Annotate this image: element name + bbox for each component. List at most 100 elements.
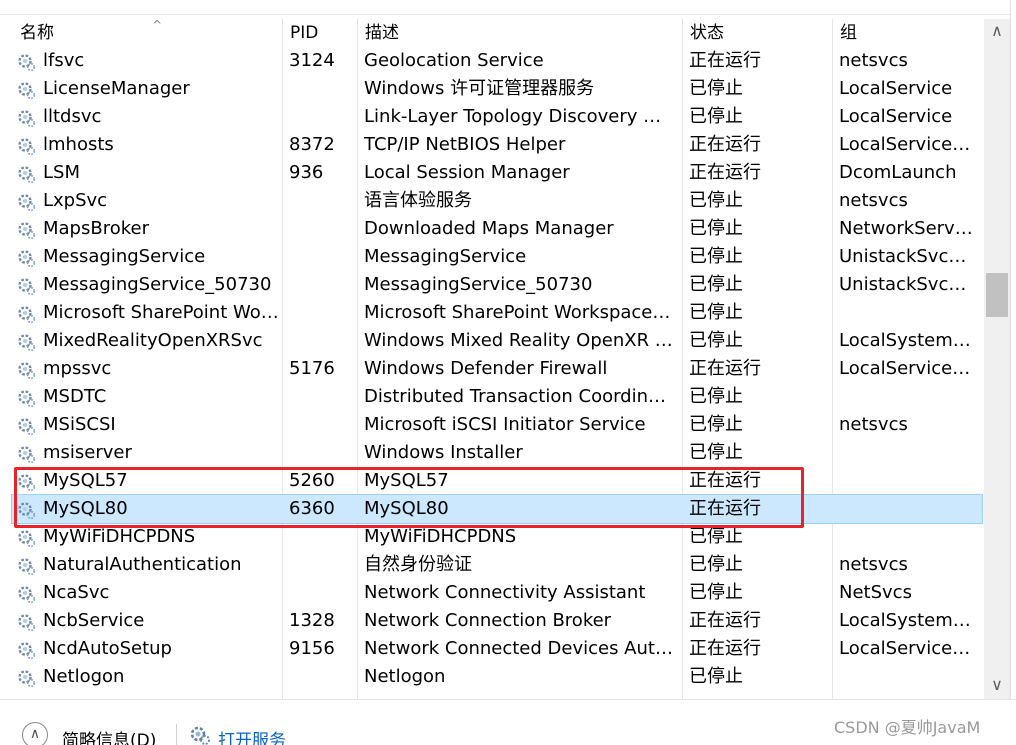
service-pid: [289, 187, 349, 215]
service-status: 已停止: [689, 274, 743, 295]
service-row[interactable]: NaturalAuthentication 自然身份验证 已停止 netsvcs: [12, 551, 982, 579]
sort-ascending-icon: ^: [152, 18, 163, 32]
service-pid: [289, 411, 349, 439]
background-window-edge: [1010, 0, 1016, 745]
service-pid: 936: [289, 162, 324, 183]
service-gear-icon: [16, 248, 36, 268]
service-name: MessagingService_50730: [43, 274, 272, 295]
service-row[interactable]: LicenseManager Windows 许可证管理器服务 已停止 LocalSe…: [12, 75, 982, 103]
service-pid: 5176: [289, 358, 335, 379]
service-pid: [289, 663, 349, 691]
service-pid: [289, 215, 349, 243]
service-status: 已停止: [689, 78, 743, 99]
service-group: [839, 299, 977, 327]
service-description: Network Connection Broker: [364, 610, 612, 631]
column-header-status[interactable]: 状态: [682, 19, 832, 47]
service-status: 已停止: [689, 218, 743, 239]
column-header-group[interactable]: 组: [832, 19, 982, 47]
service-row[interactable]: Netlogon Netlogon 已停止: [12, 663, 982, 691]
service-description: Windows Defender Firewall: [364, 358, 608, 379]
service-description: Microsoft SharePoint Workspace A...: [364, 302, 676, 323]
service-pid: 1328: [289, 610, 335, 631]
service-gear-icon: [16, 304, 36, 324]
service-name: NcbService: [43, 610, 145, 631]
column-header-desc[interactable]: 描述: [357, 19, 682, 47]
service-row[interactable]: MessagingService_50730 MessagingService_5…: [12, 271, 982, 299]
service-pid: [289, 243, 349, 271]
service-name: Netlogon: [43, 666, 125, 687]
service-pid: [289, 327, 349, 355]
column-header-pid[interactable]: PID: [282, 19, 357, 47]
service-name: Microsoft SharePoint Wor...: [43, 302, 283, 323]
service-group: netsvcs: [839, 414, 908, 435]
service-status: 正在运行: [689, 134, 761, 155]
service-row[interactable]: LSM 936 Local Session Manager 正在运行 DcomLaunc…: [12, 159, 982, 187]
service-row[interactable]: MixedRealityOpenXRSvc Windows Mixed Reali…: [12, 327, 982, 355]
service-status: 已停止: [689, 666, 743, 687]
service-status: 正在运行: [689, 358, 761, 379]
service-group: [839, 439, 977, 467]
service-description: Geolocation Service: [364, 50, 544, 71]
service-pid: [289, 439, 349, 467]
service-row[interactable]: lmhosts 8372 TCP/IP NetBIOS Helper 正在运行 Loca…: [12, 131, 982, 159]
service-status: 已停止: [689, 106, 743, 127]
service-name: MessagingService: [43, 246, 206, 267]
service-row[interactable]: Microsoft SharePoint Wor... Microsoft Sha…: [12, 299, 982, 327]
service-name: LxpSvc: [43, 190, 108, 211]
service-gear-icon: [16, 444, 36, 464]
service-pid: 3124: [289, 50, 335, 71]
scroll-thumb[interactable]: [986, 273, 1008, 317]
column-header-name[interactable]: 名称 ^: [12, 18, 282, 47]
service-description: 语言体验服务: [364, 190, 472, 211]
service-name: LSM: [43, 162, 80, 183]
service-row[interactable]: NcbService 1328 Network Connection Broker 正…: [12, 607, 982, 635]
service-group: [839, 467, 977, 495]
service-gear-icon: [16, 528, 36, 548]
column-name-label: 名称: [20, 23, 54, 43]
service-status: 已停止: [689, 246, 743, 267]
service-row[interactable]: msiserver Windows Installer 已停止: [12, 439, 982, 467]
service-description: Netlogon: [364, 666, 446, 687]
vertical-scrollbar[interactable]: ∧ ∨: [984, 19, 1010, 699]
chevron-up-icon[interactable]: ∧: [22, 722, 48, 745]
open-services-link[interactable]: 打开服务: [218, 726, 286, 745]
service-row[interactable]: NcdAutoSetup 9156 Network Connected Device…: [12, 635, 982, 663]
service-description: TCP/IP NetBIOS Helper: [364, 134, 566, 155]
service-gear-icon: [16, 584, 36, 604]
scroll-up-icon[interactable]: ∧: [984, 21, 1010, 41]
service-group: [839, 495, 977, 523]
service-row[interactable]: LxpSvc 语言体验服务 已停止 netsvcs: [12, 187, 982, 215]
service-group: LocalSystemN...: [839, 610, 977, 631]
service-status: 已停止: [689, 302, 743, 323]
service-row[interactable]: MSiSCSI Microsoft iSCSI Initiator Service…: [12, 411, 982, 439]
service-group: LocalServiceN...: [839, 134, 977, 155]
service-name: NcdAutoSetup: [43, 638, 172, 659]
service-pid: [289, 271, 349, 299]
service-row[interactable]: MSDTC Distributed Transaction Coordinator…: [12, 383, 982, 411]
service-pid: [289, 383, 349, 411]
service-description: Link-Layer Topology Discovery Ma...: [364, 106, 676, 127]
service-gear-icon: [16, 108, 36, 128]
service-group: LocalService: [839, 78, 953, 99]
service-gear-icon: [16, 220, 36, 240]
scroll-down-icon[interactable]: ∨: [984, 675, 1010, 695]
service-name: MapsBroker: [43, 218, 149, 239]
service-gear-icon: [16, 416, 36, 436]
service-row[interactable]: lfsvc 3124 Geolocation Service 正在运行 netsvcs: [12, 47, 982, 75]
service-name: MSDTC: [43, 386, 107, 407]
services-gear-icon: [190, 726, 210, 745]
service-row[interactable]: MapsBroker Downloaded Maps Manager 已停止 Netw…: [12, 215, 982, 243]
service-row[interactable]: MessagingService MessagingService 已停止 Unist…: [12, 243, 982, 271]
service-pid: [289, 75, 349, 103]
service-gear-icon: [16, 388, 36, 408]
service-gear-icon: [16, 164, 36, 184]
service-status: 已停止: [689, 582, 743, 603]
service-group: netsvcs: [839, 50, 908, 71]
service-group: netsvcs: [839, 554, 908, 575]
service-name: LicenseManager: [43, 78, 190, 99]
service-row[interactable]: lltdsvc Link-Layer Topology Discovery Ma.…: [12, 103, 982, 131]
service-row[interactable]: NcaSvc Network Connectivity Assistant 已停止 N…: [12, 579, 982, 607]
service-group: [839, 383, 977, 411]
brief-info-toggle[interactable]: 简略信息(D): [62, 726, 156, 745]
service-row[interactable]: mpssvc 5176 Windows Defender Firewall 正在运行 L…: [12, 355, 982, 383]
